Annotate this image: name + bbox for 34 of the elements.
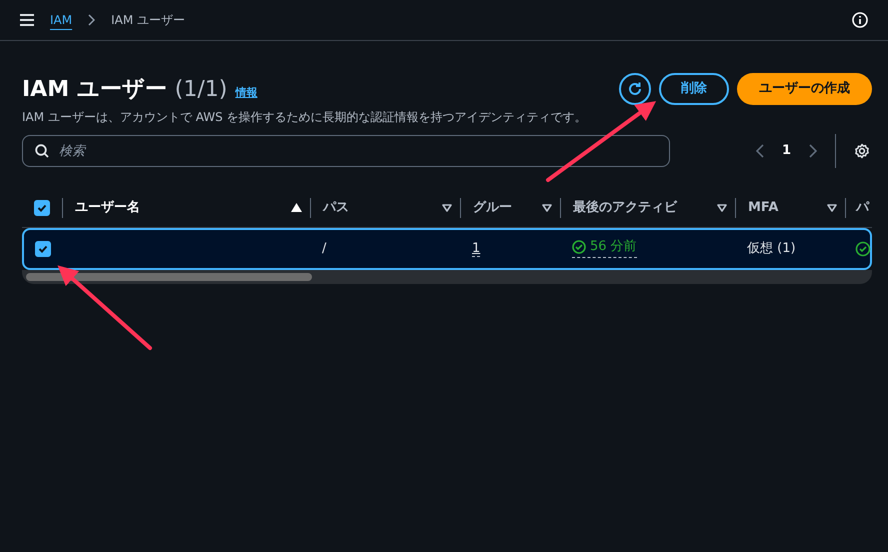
breadcrumb-current: IAM ユーザー [111, 12, 186, 29]
table-cell-text: / [321, 241, 328, 256]
menu-icon[interactable] [20, 14, 34, 26]
horizontal-scrollbar[interactable] [22, 270, 872, 284]
check-circle-icon [572, 240, 586, 254]
create-user-button[interactable]: ユーザーの作成 [737, 73, 872, 105]
column-header[interactable]: パス [311, 188, 460, 227]
select-all-checkbox[interactable] [34, 200, 50, 216]
page-number[interactable]: 1 [782, 141, 791, 161]
info-icon[interactable] [852, 12, 868, 28]
chevron-icon [88, 14, 96, 26]
page-description: IAM ユーザーは、アカウントで AWS を操作するために長期的な認証情報を持つアイデンティティです。 [22, 109, 587, 126]
check-circle-icon [855, 240, 871, 257]
row-checkbox[interactable] [35, 241, 51, 257]
refresh-button[interactable] [619, 73, 651, 105]
column-header[interactable]: パ [846, 188, 872, 227]
breadcrumb-link[interactable]: IAM [50, 11, 72, 29]
next-page-icon[interactable] [809, 144, 817, 158]
column-header[interactable]: 最後のアクティビ [561, 188, 735, 227]
last-activity-cell: 56 分前 [572, 237, 637, 258]
settings-icon[interactable] [854, 143, 870, 159]
previous-page-icon[interactable] [756, 144, 764, 158]
refresh-icon [627, 81, 643, 97]
groups-link[interactable]: 1 [472, 241, 480, 258]
info-link[interactable]: 情報 [235, 85, 258, 102]
user-count: (1/1) [174, 76, 228, 104]
delete-button[interactable]: 削除 [659, 73, 729, 105]
search-field[interactable]: 検索 [22, 135, 670, 167]
column-header[interactable]: ユーザー名 [63, 188, 310, 227]
table-cell-text: 仮想 (1) [746, 241, 797, 256]
search-icon [35, 144, 49, 158]
column-header[interactable]: グルー [461, 188, 560, 227]
column-header[interactable]: MFA [736, 188, 845, 227]
page-title: IAM ユーザー [22, 76, 167, 104]
